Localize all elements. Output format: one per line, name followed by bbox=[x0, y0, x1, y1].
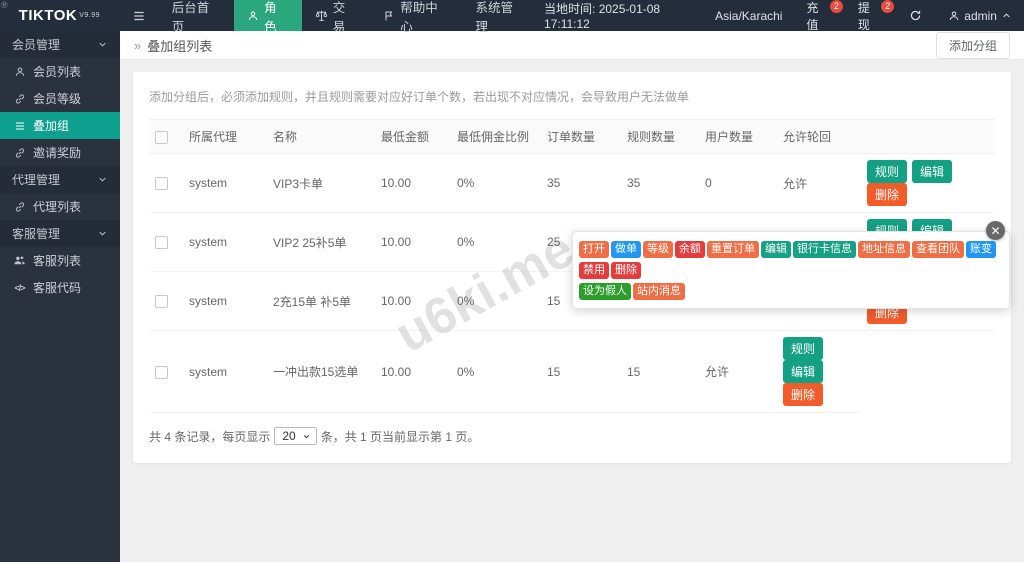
rules-button[interactable]: 规则 bbox=[783, 337, 824, 360]
sidebar-item-support-code[interactable]: </> 客服代码 bbox=[0, 274, 120, 301]
app-logo: TIKTOK V9.99 bbox=[0, 0, 119, 31]
sidebar-item-invite-reward[interactable]: 邀请奖励 bbox=[0, 139, 120, 166]
local-time: 当地时间: 2025-01-08 17:11:12 bbox=[544, 2, 661, 31]
col-user-count: 用户数量 bbox=[699, 119, 777, 154]
list-icon bbox=[13, 120, 26, 132]
nav-system-admin[interactable]: 系统管理 bbox=[463, 0, 538, 34]
row-checkbox[interactable] bbox=[155, 236, 168, 250]
nav-help-center[interactable]: 帮助中心 bbox=[370, 0, 462, 34]
pagination: 共 4 条记录，每页显示 20 条，共 1 页当前显示第 1 页。 bbox=[149, 427, 995, 445]
sidebar-group-support-mgmt[interactable]: 客服管理 bbox=[0, 220, 120, 247]
col-agent: 所属代理 bbox=[183, 119, 267, 154]
breadcrumb-bar: » 叠加组列表 添加分组 bbox=[120, 31, 1024, 60]
nav-roles[interactable]: 角色 bbox=[234, 0, 302, 34]
disable-button[interactable]: 禁用 bbox=[579, 262, 609, 279]
table-row: system 一冲出款15选单 10.00 0% 15 15 允许 2 规则编辑… bbox=[149, 330, 995, 413]
delete-button[interactable]: 删除 bbox=[783, 383, 824, 406]
main-content: 添加分组后，必须添加规则，并且规则需要对应好订单个数，若出现不对应情况，会导致用… bbox=[120, 61, 1024, 562]
chevron-down-icon bbox=[97, 228, 108, 239]
sidebar-item-stack-group[interactable]: 叠加组 bbox=[0, 112, 120, 139]
timezone: Asia/Karachi bbox=[715, 8, 783, 23]
reset-orders-button[interactable]: 重置订单 bbox=[707, 241, 759, 258]
sidebar-item-member-level[interactable]: 会员等级 bbox=[0, 85, 120, 112]
notice-text: 添加分组后，必须添加规则，并且规则需要对应好订单个数，若出现不对应情况，会导致用… bbox=[149, 90, 690, 104]
link-icon bbox=[13, 201, 26, 213]
col-order-count: 订单数量 bbox=[541, 119, 621, 154]
link-icon bbox=[13, 93, 26, 105]
nav-home[interactable]: 后台首页 bbox=[159, 0, 234, 34]
user-actions-popup: 打开 做单 等级 余额 重置订单 编辑 银行卡信息 地址信息 查看团队 账变禁用 删除 设为假人 站内… bbox=[572, 231, 1010, 309]
set-as-bot-button[interactable]: 设为假人 bbox=[579, 283, 631, 300]
delete-button[interactable]: 删除 bbox=[611, 262, 641, 279]
edit-button[interactable]: 编辑 bbox=[912, 160, 953, 183]
make-order-button[interactable]: 做单 bbox=[611, 241, 641, 258]
add-group-button[interactable]: 添加分组 bbox=[935, 31, 1010, 59]
refresh-button[interactable] bbox=[895, 9, 936, 22]
withdraw-badge: 2 bbox=[881, 0, 895, 13]
row-checkbox[interactable] bbox=[155, 177, 168, 191]
table-header-row: 所属代理 名称 最低金额 最低佣金比例 订单数量 规则数量 用户数量 允许轮回 bbox=[149, 119, 995, 154]
chevron-down-icon bbox=[97, 39, 108, 50]
username: admin bbox=[964, 8, 997, 23]
site-message-button[interactable]: 站内消息 bbox=[633, 283, 685, 300]
edit-button[interactable]: 编辑 bbox=[783, 360, 824, 383]
logo-version: V9.99 bbox=[79, 12, 101, 19]
user-menu[interactable]: admin bbox=[936, 9, 1024, 23]
person-icon bbox=[13, 66, 26, 78]
flag-icon bbox=[383, 10, 395, 22]
recharge-badge: 2 bbox=[829, 0, 843, 13]
col-allow-loop: 允许轮回 bbox=[777, 119, 861, 154]
sidebar-group-agent-mgmt[interactable]: 代理管理 bbox=[0, 166, 120, 193]
open-button[interactable]: 打开 bbox=[579, 241, 609, 258]
hamburger-icon bbox=[132, 9, 146, 23]
close-popup-button[interactable]: ✕ bbox=[986, 221, 1005, 240]
recharge-link[interactable]: 充值 2 bbox=[792, 0, 843, 33]
row-checkbox[interactable] bbox=[155, 365, 168, 379]
code-icon: </> bbox=[14, 282, 25, 293]
col-min-commission: 最低佣金比例 bbox=[451, 119, 541, 154]
sidebar-item-support-list[interactable]: 客服列表 bbox=[0, 247, 120, 274]
col-name: 名称 bbox=[267, 119, 375, 154]
col-min-amount: 最低金额 bbox=[375, 119, 451, 154]
edit-button[interactable]: 编辑 bbox=[761, 241, 791, 258]
view-team-button[interactable]: 查看团队 bbox=[912, 241, 964, 258]
account-changes-button[interactable]: 账变 bbox=[966, 241, 996, 258]
link-icon bbox=[13, 147, 26, 159]
level-button[interactable]: 等级 bbox=[643, 241, 673, 258]
pagination-summary-suffix: 条，共 1 页当前显示第 1 页。 bbox=[320, 429, 480, 444]
table-row: system VIP3卡单 10.00 0% 35 35 0 允许 规则 编辑删除 bbox=[149, 153, 995, 213]
address-info-button[interactable]: 地址信息 bbox=[858, 241, 910, 258]
select-all-checkbox[interactable] bbox=[155, 130, 168, 144]
scale-icon bbox=[315, 9, 328, 22]
people-icon bbox=[13, 254, 26, 267]
sidebar: 会员管理 会员列表 会员等级 叠加组 邀请奖励 代理管理 代理列表 客服管理 客… bbox=[0, 31, 120, 562]
chevron-down-icon bbox=[97, 174, 108, 185]
delete-button[interactable]: 删除 bbox=[867, 183, 908, 206]
close-icon: ✕ bbox=[990, 223, 1001, 238]
refresh-icon bbox=[909, 9, 922, 22]
pagination-summary-prefix: 共 4 条记录，每页显示 bbox=[149, 429, 271, 444]
row-checkbox[interactable] bbox=[155, 295, 168, 309]
sidebar-collapse-toggle[interactable] bbox=[119, 0, 159, 31]
topbar: TIKTOK V9.99 后台首页 角色 交易 帮助中心 系统管理 当地时间: 2… bbox=[0, 0, 1024, 34]
rules-button[interactable]: 规则 bbox=[867, 160, 908, 183]
logo-text: TIKTOK bbox=[18, 7, 78, 24]
breadcrumb-arrow-icon: » bbox=[134, 37, 142, 53]
withdraw-link[interactable]: 提现 2 bbox=[844, 0, 895, 33]
col-rule-count: 规则数量 bbox=[621, 119, 699, 154]
sidebar-group-member-mgmt[interactable]: 会员管理 bbox=[0, 31, 120, 58]
nav-trade[interactable]: 交易 bbox=[302, 0, 371, 34]
sidebar-item-agent-list[interactable]: 代理列表 bbox=[0, 193, 120, 220]
page-title: 叠加组列表 bbox=[147, 38, 213, 54]
balance-button[interactable]: 余额 bbox=[675, 241, 705, 258]
bank-card-info-button[interactable]: 银行卡信息 bbox=[793, 241, 856, 258]
user-icon bbox=[948, 10, 960, 22]
sidebar-item-member-list[interactable]: 会员列表 bbox=[0, 58, 120, 85]
chevron-down-icon bbox=[302, 432, 311, 441]
chevron-up-icon bbox=[1001, 10, 1012, 21]
page-size-select[interactable]: 20 bbox=[274, 427, 317, 445]
person-icon bbox=[247, 10, 259, 22]
